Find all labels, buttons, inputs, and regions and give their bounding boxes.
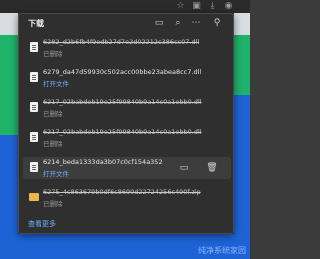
open-file-link[interactable]: 打开文件	[43, 168, 69, 178]
file-name: 6214_beda1333da3b07c0cf154a352	[43, 158, 163, 166]
download-item[interactable]: 6282_d2b6fb4f9edb27d7e2d02212c386cc07.dl…	[23, 37, 231, 59]
file-name: 6275_4c863679b0df6c8690d22724256c490f.zi…	[43, 188, 201, 196]
zip-folder-icon	[29, 193, 39, 201]
download-item[interactable]: 6214_beda1333da3b07c0cf154a352 打开文件 ▭ 🗑	[23, 157, 231, 179]
delete-icon[interactable]: 🗑	[205, 161, 219, 175]
watermark: 纯净系统家园	[198, 246, 246, 255]
browser-toolbar: ☆ ▣ ⤓ ◉	[0, 0, 250, 13]
collections-icon[interactable]: ▣	[192, 2, 201, 11]
file-icon	[30, 162, 38, 172]
more-options-icon[interactable]: ⋯	[190, 17, 202, 29]
search-icon[interactable]: ⌕	[172, 17, 184, 29]
page-background	[234, 95, 250, 259]
download-item[interactable]: 6217_02babdeb19e25f99840b9a14c0a1ebb0.dl…	[23, 127, 231, 149]
pin-icon[interactable]: ⚲	[211, 17, 223, 29]
profile-icon[interactable]: ◉	[224, 2, 233, 11]
file-name: 6217_02babdeb19e25f99840b9a14c0a1ebb0.dl…	[43, 98, 202, 106]
file-icon	[30, 72, 38, 82]
file-icon	[30, 102, 38, 112]
downloads-panel: 下载 ▭ ⌕ ⋯ ⚲ 6282_d2b6fb4f9edb27d7e2d02212…	[18, 13, 234, 234]
file-name: 6217_02babdeb19e25f99840b9a14c0a1ebb0.dl…	[43, 128, 202, 136]
file-status: 已删除	[43, 50, 63, 58]
page-background	[234, 35, 250, 95]
show-in-folder-icon[interactable]: ▭	[177, 161, 191, 175]
file-status: 已删除	[43, 110, 63, 118]
open-folder-icon[interactable]: ▭	[153, 17, 165, 29]
downloads-header: 下载 ▭ ⌕ ⋯ ⚲	[19, 14, 233, 34]
see-more-link[interactable]: 查看更多	[28, 219, 56, 229]
file-status: 已删除	[43, 200, 63, 208]
panel-title: 下载	[28, 19, 44, 28]
page-background	[234, 13, 250, 35]
file-status: 已删除	[43, 140, 63, 148]
download-item[interactable]: 6279_da47d59930c502acc00bbe23abea8cc7.dl…	[23, 67, 231, 89]
file-icon	[30, 42, 38, 52]
download-item[interactable]: 6217_02babdeb19e25f99840b9a14c0a1ebb0.dl…	[23, 97, 231, 119]
file-name: 6282_d2b6fb4f9edb27d7e2d02212c386cc07.dl…	[43, 38, 200, 46]
page-background	[0, 35, 18, 135]
file-name: 6279_da47d59930c502acc00bbe23abea8cc7.dl…	[43, 68, 202, 76]
page-background	[0, 135, 18, 259]
favorites-icon[interactable]: ☆	[176, 2, 185, 11]
file-icon	[30, 132, 38, 142]
page-background	[0, 13, 18, 35]
downloads-toolbar-icon[interactable]: ⤓	[208, 2, 217, 11]
download-item[interactable]: 6275_4c863679b0df6c8690d22724256c490f.zi…	[23, 187, 231, 209]
open-file-link[interactable]: 打开文件	[43, 78, 69, 88]
